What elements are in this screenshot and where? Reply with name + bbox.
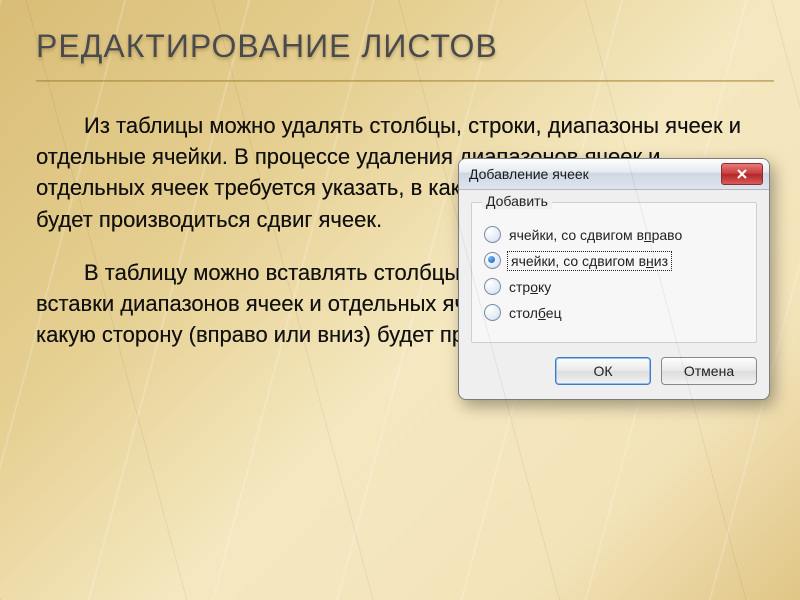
option-shift-right-label: ячейки, со сдвигом вправо (509, 227, 682, 243)
option-column-label: столбец (509, 305, 562, 321)
option-row[interactable]: строку (484, 278, 744, 295)
option-row-label: строку (509, 279, 551, 295)
close-button[interactable] (721, 163, 763, 185)
close-icon (736, 169, 748, 179)
radio-icon (484, 252, 501, 269)
dialog-title: Добавление ячеек (469, 166, 721, 182)
radio-icon (484, 278, 501, 295)
dialog-buttons: ОК Отмена (459, 351, 769, 399)
option-column[interactable]: столбец (484, 304, 744, 321)
ok-button[interactable]: ОК (555, 357, 651, 385)
title-rule (36, 80, 774, 82)
option-shift-down-label: ячейки, со сдвигом вниз (509, 253, 670, 269)
dialog-titlebar[interactable]: Добавление ячеек (459, 159, 769, 190)
option-shift-right[interactable]: ячейки, со сдвигом вправо (484, 226, 744, 243)
add-group: Добавить ячейки, со сдвигом вправо ячейк… (471, 202, 757, 343)
option-shift-down[interactable]: ячейки, со сдвигом вниз (484, 252, 744, 269)
insert-cells-dialog: Добавление ячеек Добавить ячейки, со сдв… (458, 158, 770, 400)
radio-icon (484, 226, 501, 243)
radio-icon (484, 304, 501, 321)
group-legend: Добавить (482, 193, 552, 209)
cancel-button[interactable]: Отмена (661, 357, 757, 385)
page-title: РЕДАКТИРОВАНИЕ ЛИСТОВ (36, 28, 764, 65)
